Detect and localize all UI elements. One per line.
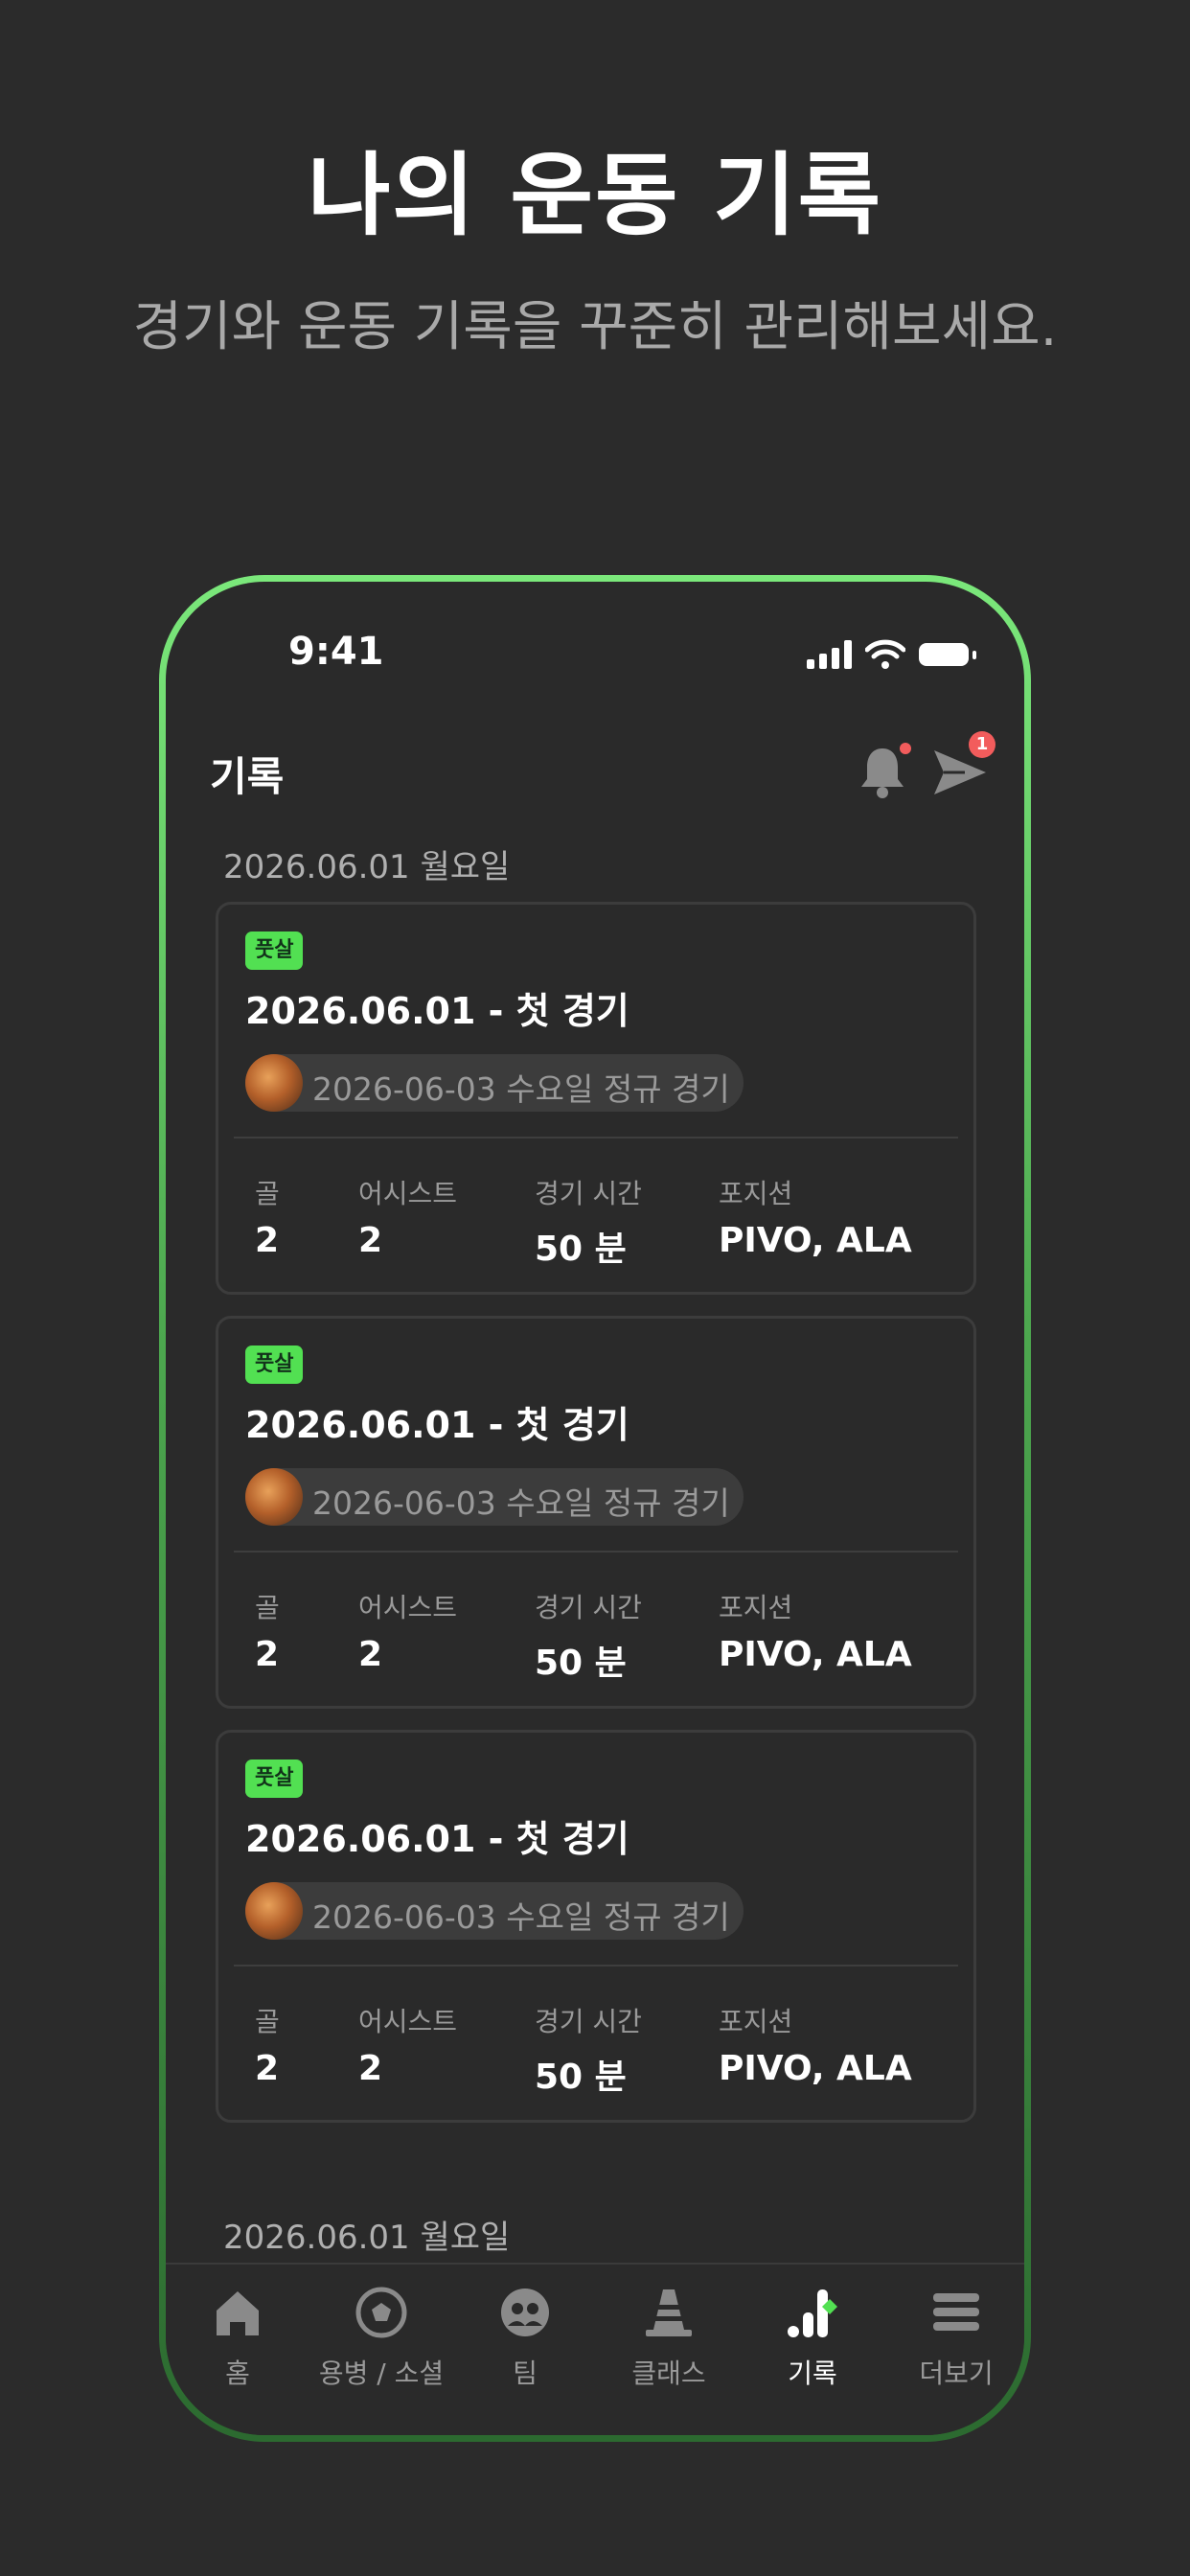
- soccer-ball-icon: [355, 2287, 407, 2338]
- sport-tag: 풋살: [245, 1760, 304, 1798]
- tab-records[interactable]: 기록: [741, 2284, 884, 2391]
- position-value: PIVO, ALA: [719, 1635, 912, 1674]
- home-icon: [217, 2291, 259, 2335]
- record-title: 2026.06.01 - 첫 경기: [245, 1818, 629, 1860]
- assist-label: 어시스트: [358, 2006, 458, 2037]
- divider: [234, 1551, 958, 1552]
- record-card[interactable]: 풋살 2026.06.01 - 첫 경기 2026-06-03 수요일 정규 경…: [216, 1316, 976, 1709]
- divider: [234, 1137, 958, 1138]
- tab-label: 더보기: [919, 2358, 994, 2389]
- tab-team[interactable]: 팀: [453, 2284, 597, 2391]
- section-date: 2026.06.01 월요일: [223, 848, 511, 886]
- assist-value: 2: [358, 1635, 383, 1674]
- tab-more[interactable]: 더보기: [884, 2284, 1024, 2391]
- match-chip[interactable]: 2026-06-03 수요일 정규 경기: [245, 1468, 744, 1526]
- goal-label: 골: [255, 1178, 280, 1209]
- tab-home[interactable]: 홈: [166, 2284, 309, 2391]
- tab-label: 용병 / 소셜: [318, 2358, 445, 2389]
- goal-label: 골: [255, 1592, 280, 1623]
- team-icon: [501, 2288, 549, 2336]
- status-bar: 9:41: [166, 630, 1024, 687]
- phone-frame: 9:41 기록 1 2026.06.01 월요일 풋살 2026.06.01 -…: [159, 575, 1031, 2442]
- assist-value: 2: [358, 1221, 383, 1260]
- time-label: 경기 시간: [535, 2006, 642, 2037]
- sport-tag: 풋살: [245, 932, 304, 970]
- time-value: 50 분: [535, 2058, 627, 2097]
- record-card[interactable]: 풋살 2026.06.01 - 첫 경기 2026-06-03 수요일 정규 경…: [216, 902, 976, 1295]
- tab-label: 팀: [513, 2358, 538, 2389]
- time-value: 50 분: [535, 1230, 627, 1269]
- match-chip[interactable]: 2026-06-03 수요일 정규 경기: [245, 1054, 744, 1112]
- assist-label: 어시스트: [358, 1178, 458, 1209]
- tab-label: 클래스: [631, 2358, 706, 2389]
- goal-value: 2: [255, 2049, 280, 2088]
- section-date: 2026.06.01 월요일: [223, 2219, 511, 2257]
- status-icons: [807, 639, 976, 670]
- divider: [234, 1965, 958, 1966]
- position-value: PIVO, ALA: [719, 2049, 912, 2088]
- hero-title: 나의 운동 기록: [307, 144, 883, 248]
- assist-value: 2: [358, 2049, 383, 2088]
- hero-subtitle: 경기와 운동 기록을 꾸준히 관리해보세요.: [132, 296, 1058, 358]
- tab-bar: 홈 용병 / 소셜 팀 클래스 기록 더보기: [166, 2263, 1024, 2435]
- position-value: PIVO, ALA: [719, 1221, 912, 1260]
- goal-label: 골: [255, 2006, 280, 2037]
- wifi-icon: [865, 639, 905, 669]
- team-avatar: [245, 1468, 303, 1526]
- position-label: 포지션: [719, 2006, 793, 2037]
- tab-label: 기록: [788, 2358, 837, 2389]
- sport-tag: 풋살: [245, 1346, 304, 1384]
- time-label: 경기 시간: [535, 1592, 642, 1623]
- tab-label: 홈: [225, 2358, 250, 2389]
- cone-icon: [646, 2289, 692, 2336]
- tab-mercenary-social[interactable]: 용병 / 소셜: [309, 2284, 453, 2391]
- goal-value: 2: [255, 1635, 280, 1674]
- record-card[interactable]: 풋살 2026.06.01 - 첫 경기 2026-06-03 수요일 정규 경…: [216, 1730, 976, 2123]
- cellular-signal-icon: [807, 640, 852, 669]
- page-title: 기록: [210, 753, 285, 800]
- time-value: 50 분: [535, 1644, 627, 1683]
- position-label: 포지션: [719, 1592, 793, 1623]
- assist-label: 어시스트: [358, 1592, 458, 1623]
- match-chip[interactable]: 2026-06-03 수요일 정규 경기: [245, 1882, 744, 1940]
- goal-value: 2: [255, 1221, 280, 1260]
- match-name: 2026-06-03 수요일 정규 경기: [312, 1484, 730, 1522]
- message-badge: 1: [969, 731, 995, 758]
- match-name: 2026-06-03 수요일 정규 경기: [312, 1898, 730, 1936]
- phone-screen: 9:41 기록 1 2026.06.01 월요일 풋살 2026.06.01 -…: [166, 582, 1024, 2435]
- time-label: 경기 시간: [535, 1178, 642, 1209]
- position-label: 포지션: [719, 1178, 793, 1209]
- team-avatar: [245, 1054, 303, 1112]
- team-avatar: [245, 1882, 303, 1940]
- status-time: 9:41: [288, 630, 384, 674]
- tab-class[interactable]: 클래스: [597, 2284, 741, 2391]
- match-name: 2026-06-03 수요일 정규 경기: [312, 1070, 730, 1108]
- battery-icon: [919, 643, 976, 666]
- menu-icon: [933, 2293, 979, 2331]
- notification-dot: [900, 743, 911, 754]
- chart-icon: [788, 2289, 837, 2337]
- record-title: 2026.06.01 - 첫 경기: [245, 1404, 629, 1446]
- record-title: 2026.06.01 - 첫 경기: [245, 990, 629, 1032]
